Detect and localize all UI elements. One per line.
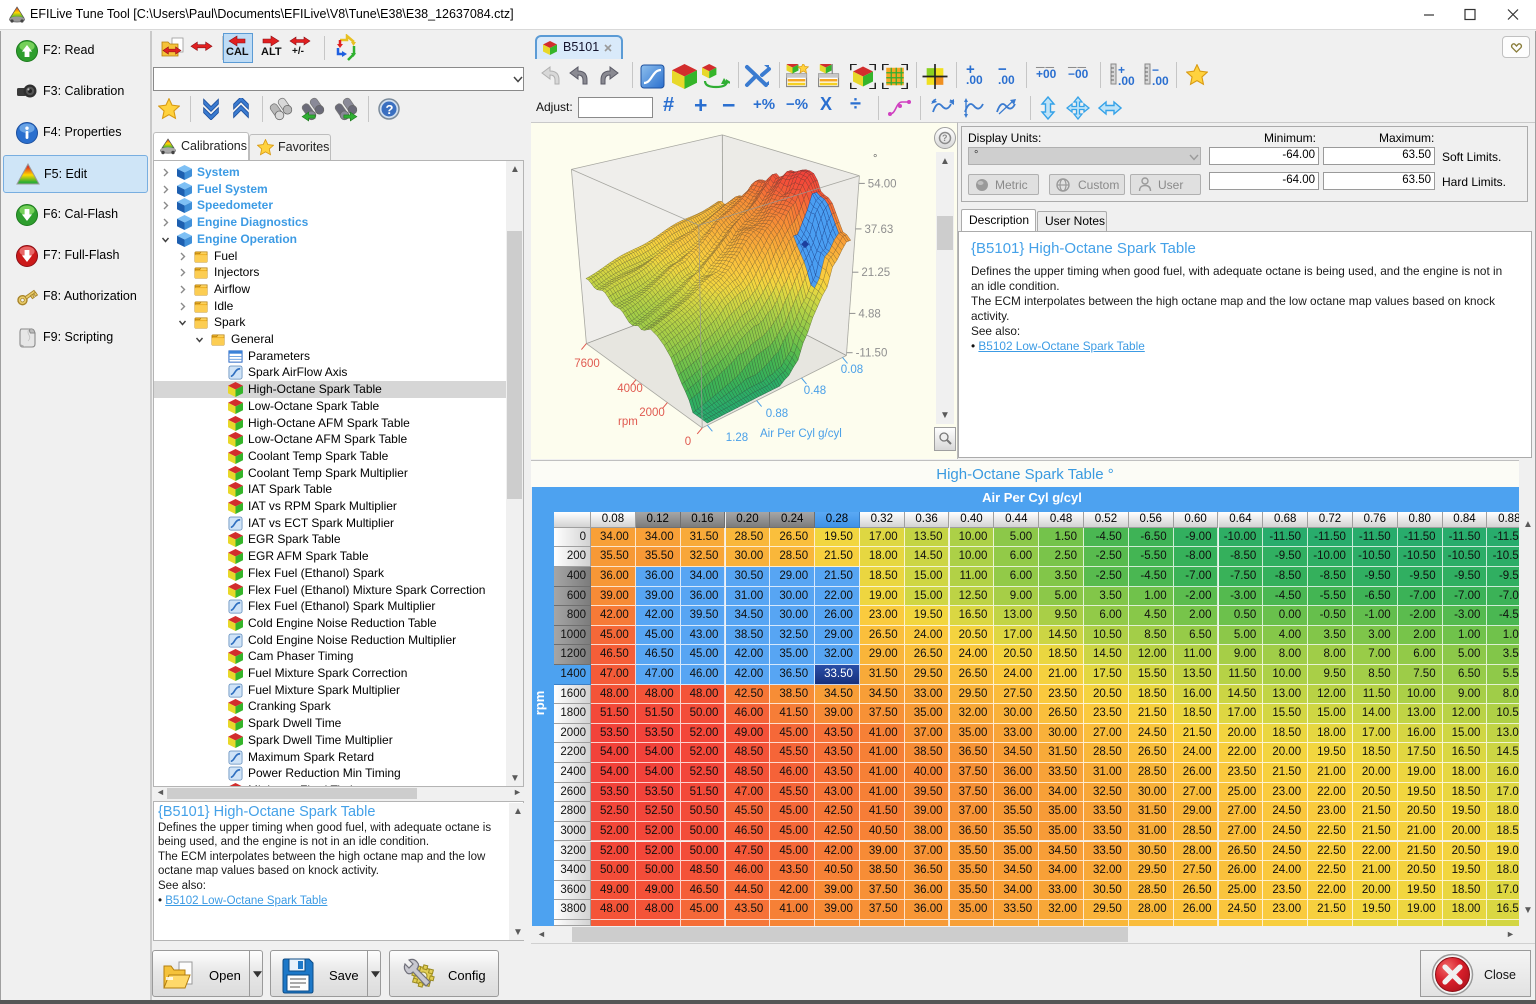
svg-text:.00: .00	[1118, 74, 1135, 88]
svg-text:4.88: 4.88	[858, 308, 880, 320]
svg-text:.00: .00	[1152, 74, 1169, 88]
svg-text:7600: 7600	[574, 358, 600, 370]
svg-text:0.08: 0.08	[841, 364, 863, 376]
svg-text:Air Per Cyl g/cyl: Air Per Cyl g/cyl	[760, 428, 842, 440]
svg-text:54.00: 54.00	[868, 178, 897, 190]
svg-text:0: 0	[685, 436, 691, 448]
svg-text:4000: 4000	[617, 383, 643, 395]
svg-text:0.48: 0.48	[804, 385, 826, 397]
svg-text:2000: 2000	[639, 407, 665, 419]
svg-text:rpm: rpm	[618, 416, 638, 428]
svg-text:0.88: 0.88	[766, 408, 788, 420]
svg-text:?: ?	[942, 133, 948, 143]
svg-text:°: °	[873, 153, 877, 165]
svg-text:1.28: 1.28	[726, 432, 748, 444]
svg-text:21.25: 21.25	[861, 267, 890, 279]
svg-text:?: ?	[386, 102, 394, 117]
svg-text:37.63: 37.63	[865, 224, 894, 236]
svg-text:-11.50: -11.50	[856, 348, 888, 360]
